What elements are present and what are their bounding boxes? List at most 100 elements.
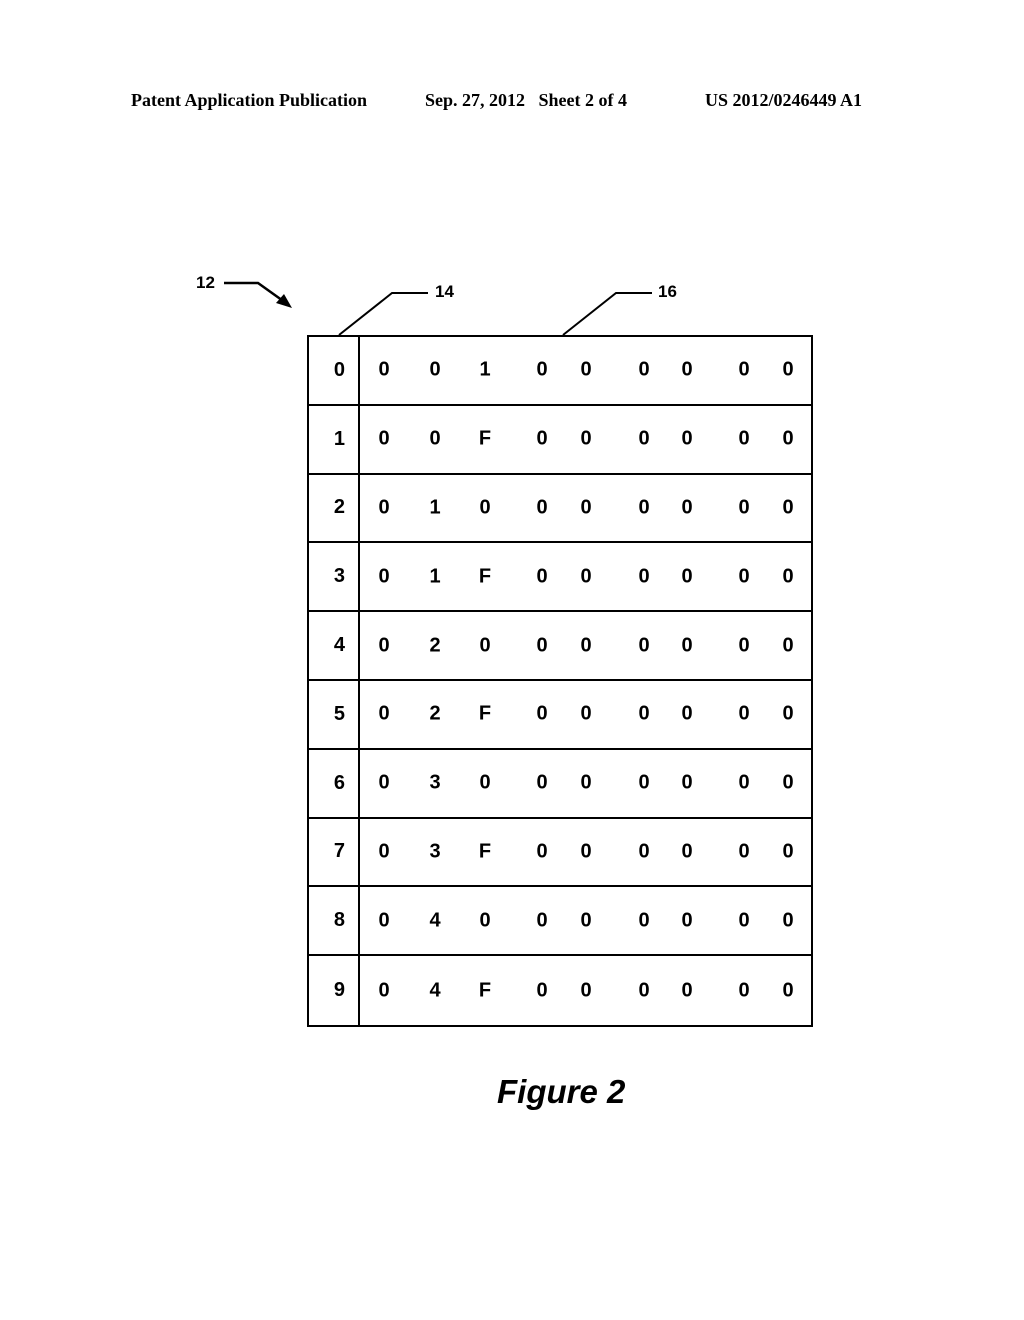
table-row: 100F000000 [309, 405, 811, 475]
table-cell: 0 [681, 840, 693, 863]
table-cell: 0 [536, 979, 548, 1002]
table-cell: 0 [378, 979, 390, 1002]
table-cell: 0 [738, 909, 750, 932]
row-index-cell: 1 [309, 405, 360, 473]
table-cell: 0 [378, 634, 390, 657]
table-cell: 0 [378, 496, 390, 519]
table-cell: 0 [782, 565, 794, 588]
table-cell: 0 [429, 358, 441, 381]
table-cell: 0 [638, 840, 650, 863]
figure-caption: Figure 2 [497, 1073, 626, 1110]
table-row: 904F000000 [309, 956, 811, 1025]
table-cell: 0 [738, 565, 750, 588]
table-cell: 0 [782, 427, 794, 450]
table-cell: 0 [738, 702, 750, 725]
table-cell: 0 [580, 702, 592, 725]
row-data-cells: 0 0 1 0 0 0 0 0 0 [360, 337, 811, 404]
table-cell: 0 [782, 358, 794, 381]
row-data-cells: 0 2 F 0 0 0 0 0 0 [360, 681, 811, 748]
table-cell: 0 [378, 702, 390, 725]
table-row: 502F000000 [309, 680, 811, 750]
table-cell: 0 [738, 771, 750, 794]
table-row: 4020000000 [309, 612, 811, 681]
table-cell: 0 [738, 840, 750, 863]
table-cell: 0 [638, 702, 650, 725]
table-cell: 0 [536, 909, 548, 932]
table-cell: 0 [638, 909, 650, 932]
table-cell: 0 [536, 771, 548, 794]
table-cell: 0 [536, 702, 548, 725]
table-cell: F [478, 427, 492, 450]
table-cell: 0 [681, 634, 693, 657]
table-cell: 0 [638, 565, 650, 588]
table-cell: 0 [580, 427, 592, 450]
arrow-12-icon [224, 281, 287, 305]
row-index-cell: 6 [309, 749, 360, 817]
table-cell: 0 [738, 496, 750, 519]
row-index-cell: 5 [309, 680, 360, 748]
row-data-cells: 0 3 0 0 0 0 0 0 0 [360, 750, 811, 817]
table-cell: 4 [429, 909, 441, 932]
table-cell: 0 [782, 496, 794, 519]
table-cell: 0 [638, 979, 650, 1002]
table-cell: 0 [638, 634, 650, 657]
leader-line-16 [562, 292, 652, 336]
table-cell: 0 [580, 634, 592, 657]
row-index-cell: 8 [309, 887, 360, 955]
row-index-cell: 7 [309, 818, 360, 886]
table-cell: 0 [378, 427, 390, 450]
table-row: 6030000000 [309, 749, 811, 819]
table-cell: 0 [738, 358, 750, 381]
row-data-cells: 0 0 F 0 0 0 0 0 0 [360, 406, 811, 473]
table-cell: F [478, 565, 492, 588]
reference-numeral-16: 16 [658, 282, 677, 301]
table-cell: 0 [681, 909, 693, 932]
table-cell: 0 [378, 771, 390, 794]
table-cell: 0 [378, 909, 390, 932]
data-table: 0001000000100F0000002010000000301F000000… [307, 335, 813, 1027]
table-cell: 0 [738, 634, 750, 657]
table-cell: F [478, 979, 492, 1002]
table-cell: 0 [782, 909, 794, 932]
table-row: 301F000000 [309, 543, 811, 613]
table-cell: 0 [638, 427, 650, 450]
table-cell: 0 [378, 840, 390, 863]
table-cell: 3 [429, 771, 441, 794]
table-cell: 0 [681, 427, 693, 450]
table-cell: 0 [638, 496, 650, 519]
table-row: 703F000000 [309, 818, 811, 888]
table-cell: 0 [479, 634, 491, 657]
row-index-cell: 9 [309, 956, 360, 1025]
table-cell: 0 [580, 909, 592, 932]
table-cell: 0 [580, 358, 592, 381]
row-data-cells: 0 4 F 0 0 0 0 0 0 [360, 956, 811, 1025]
row-data-cells: 0 4 0 0 0 0 0 0 0 [360, 887, 811, 954]
table-cell: 0 [681, 702, 693, 725]
table-cell: F [478, 840, 492, 863]
table-cell: 0 [580, 840, 592, 863]
table-cell: F [478, 702, 492, 725]
table-cell: 0 [638, 771, 650, 794]
row-index-cell: 3 [309, 543, 360, 611]
table-cell: 0 [580, 771, 592, 794]
table-cell: 0 [638, 358, 650, 381]
table-cell: 0 [782, 840, 794, 863]
table-cell: 0 [378, 565, 390, 588]
table-cell: 0 [580, 496, 592, 519]
table-cell: 0 [580, 979, 592, 1002]
table-cell: 0 [479, 909, 491, 932]
table-cell: 0 [782, 771, 794, 794]
row-data-cells: 0 1 0 0 0 0 0 0 0 [360, 475, 811, 542]
table-cell: 0 [681, 771, 693, 794]
row-data-cells: 0 1 F 0 0 0 0 0 0 [360, 543, 811, 610]
table-cell: 3 [429, 840, 441, 863]
table-cell: 0 [580, 565, 592, 588]
table-cell: 0 [479, 771, 491, 794]
row-index-cell: 4 [309, 612, 360, 679]
table-cell: 0 [536, 840, 548, 863]
table-cell: 4 [429, 979, 441, 1002]
table-row: 8040000000 [309, 887, 811, 957]
table-cell: 0 [782, 634, 794, 657]
table-cell: 0 [782, 702, 794, 725]
table-cell: 0 [782, 979, 794, 1002]
